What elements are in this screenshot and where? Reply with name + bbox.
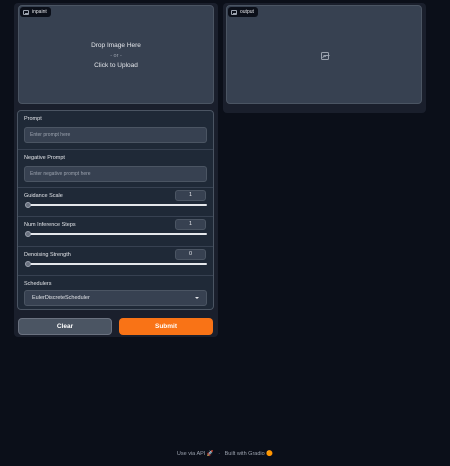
click-to-upload-text: Click to Upload — [94, 62, 138, 69]
inpaint-image-upload[interactable]: inpaint Drop Image Here - or - Click to … — [18, 5, 214, 104]
prompt-block: Prompt — [18, 111, 213, 149]
footer-separator: · — [218, 451, 221, 457]
image-icon — [23, 9, 29, 15]
output-label: output — [240, 9, 254, 15]
denoising-strength-slider-thumb[interactable] — [25, 261, 31, 267]
guidance-scale-slider-thumb[interactable] — [25, 202, 31, 208]
num-inference-steps-block: Num Inference Steps 1 — [18, 217, 213, 246]
denoising-strength-slider-track[interactable] — [29, 263, 207, 265]
denoising-strength-label: Denoising Strength — [24, 252, 71, 258]
prompt-input[interactable] — [24, 127, 207, 143]
num-inference-steps-slider-thumb[interactable] — [25, 231, 31, 237]
guidance-scale-number-input[interactable]: 1 — [175, 190, 206, 201]
settings-form: Prompt Negative Prompt Guidance Scale 1 … — [17, 110, 214, 310]
schedulers-dropdown[interactable]: EulerDiscreteScheduler — [24, 290, 207, 306]
image-icon — [231, 9, 237, 15]
num-inference-steps-slider-track[interactable] — [29, 233, 207, 235]
gradio-logo-icon: 🟠 — [266, 451, 274, 457]
negative-prompt-block: Negative Prompt — [18, 150, 213, 187]
built-with-gradio-link[interactable]: Built with Gradio — [225, 451, 265, 457]
output-label-tag: output — [228, 7, 258, 17]
negative-prompt-label: Negative Prompt — [24, 155, 65, 161]
schedulers-label: Schedulers — [24, 281, 52, 287]
schedulers-selected-value: EulerDiscreteScheduler — [32, 295, 90, 301]
prompt-label: Prompt — [24, 116, 42, 122]
guidance-scale-label: Guidance Scale — [24, 193, 63, 199]
denoising-strength-number-input[interactable]: 0 — [175, 249, 206, 260]
submit-button[interactable]: Submit — [119, 318, 213, 335]
denoising-strength-block: Denoising Strength 0 — [18, 247, 213, 275]
drop-image-text: Drop Image Here — [91, 42, 141, 49]
guidance-scale-slider-track[interactable] — [29, 204, 207, 206]
use-via-api-link[interactable]: Use via API — [177, 451, 205, 457]
negative-prompt-input[interactable] — [24, 166, 207, 182]
inpaint-label: inpaint — [32, 9, 47, 15]
upload-dropzone-text[interactable]: Drop Image Here - or - Click to Upload — [19, 41, 213, 71]
rocket-icon: 🚀 — [206, 451, 214, 457]
image-placeholder-icon — [321, 52, 329, 60]
inpaint-label-tag: inpaint — [20, 7, 51, 17]
num-inference-steps-number-input[interactable]: 1 — [175, 219, 206, 230]
num-inference-steps-label: Num Inference Steps — [24, 222, 76, 228]
footer: Use via API 🚀 · Built with Gradio 🟠 — [0, 451, 450, 457]
output-image: output — [226, 5, 422, 104]
guidance-scale-block: Guidance Scale 1 — [18, 188, 213, 216]
or-text: - or - — [110, 53, 122, 59]
chevron-down-icon — [195, 297, 199, 299]
clear-button[interactable]: Clear — [18, 318, 112, 335]
schedulers-block: Schedulers EulerDiscreteScheduler — [18, 276, 213, 309]
